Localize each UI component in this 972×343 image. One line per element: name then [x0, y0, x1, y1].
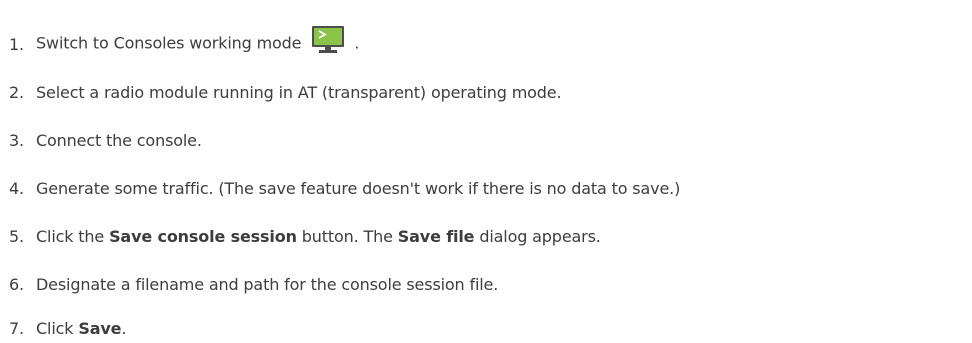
- step-6: 6. Designate a filename and path for the…: [0, 269, 498, 299]
- step-text-part: Click the: [36, 226, 105, 246]
- step-text: Connect the console.: [36, 131, 202, 150]
- step-number: 3.: [9, 130, 24, 150]
- step-1: 1. Switch to Consoles working mode .: [0, 26, 360, 59]
- step-text-part: Click: [36, 318, 74, 338]
- step-text: Generate some traffic. (The save feature…: [36, 179, 680, 198]
- step-text-part: Connect the console.: [36, 130, 202, 150]
- step-number: 7.: [9, 318, 24, 338]
- step-number: 1.: [9, 34, 24, 54]
- step-number: 2.: [9, 82, 24, 102]
- step-4: 4. Generate some traffic. (The save feat…: [0, 173, 680, 203]
- step-2: 2. Select a radio module running in AT (…: [0, 77, 562, 107]
- step-number: 6.: [9, 274, 24, 294]
- step-7: 7. Click Save.: [0, 313, 126, 343]
- step-3: 3. Connect the console.: [0, 125, 202, 155]
- step-text-part: .: [121, 318, 127, 338]
- step-text: Click Save.: [36, 319, 126, 338]
- consoles-mode-icon: [312, 26, 345, 53]
- step-number: 5.: [9, 226, 24, 246]
- ui-term-save-file: Save file: [397, 226, 475, 246]
- ui-term-save-console-session: Save console session: [109, 226, 297, 246]
- step-text-part: Select a radio module running in AT (tra…: [36, 82, 562, 102]
- step-number: 4.: [9, 178, 24, 198]
- step-text-part: Switch to Consoles working mode: [36, 33, 302, 53]
- step-text-part: button. The: [301, 226, 393, 246]
- step-5: 5. Click the Save console session button…: [0, 221, 601, 251]
- step-text-part: dialog appears.: [479, 226, 601, 246]
- step-text: Click the Save console session button. T…: [36, 227, 601, 246]
- step-text-part: Designate a filename and path for the co…: [36, 274, 499, 294]
- step-text: Designate a filename and path for the co…: [36, 275, 498, 294]
- step-text: Switch to Consoles working mode .: [36, 26, 360, 59]
- step-text-part: .: [354, 33, 360, 53]
- step-text-part: Generate some traffic. (The save feature…: [36, 178, 681, 198]
- ui-term-save: Save: [78, 318, 122, 338]
- step-text: Select a radio module running in AT (tra…: [36, 82, 562, 102]
